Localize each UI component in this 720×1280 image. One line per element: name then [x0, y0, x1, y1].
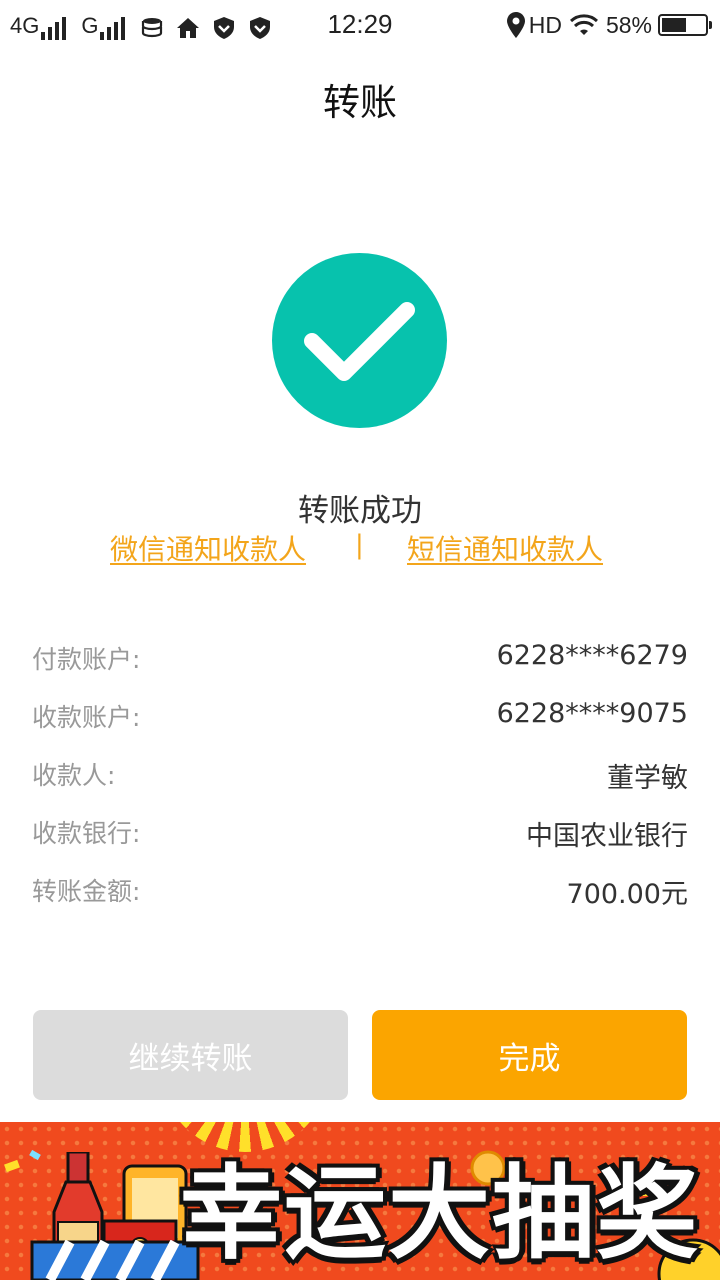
status-bar: 4G G 12:29 HD 58%	[0, 0, 720, 50]
gift-box-icon	[30, 1240, 200, 1280]
hd-indicator: HD	[528, 11, 562, 38]
detail-label: 付款账户:	[32, 645, 141, 674]
done-button[interactable]: 完成	[372, 1010, 687, 1100]
detail-row-payee-bank: 收款银行: 中国农业银行	[32, 814, 688, 872]
battery-fill	[662, 18, 686, 32]
transfer-details: 付款账户: 6228****6279 收款账户: 6228****9075 收款…	[32, 640, 688, 930]
detail-row-amount: 转账金额: 700.00元	[32, 872, 688, 930]
notify-row: 微信通知收款人 | 短信通知收款人	[0, 528, 720, 568]
detail-value: 董学敏	[607, 763, 688, 794]
banner-title: 幸运大抽奖	[180, 1155, 700, 1274]
sms-notify-link[interactable]: 短信通知收款人	[407, 528, 603, 568]
check-circle-icon	[272, 253, 447, 428]
detail-row-payee-account: 收款账户: 6228****9075	[32, 698, 688, 756]
wechat-notify-link[interactable]: 微信通知收款人	[110, 528, 306, 568]
notify-separator: |	[355, 530, 364, 560]
wifi-icon	[569, 14, 598, 35]
page-title: 转账	[323, 81, 397, 124]
detail-label: 收款账户:	[32, 703, 141, 732]
battery-icon	[658, 14, 712, 36]
confetti-icon	[4, 1149, 41, 1173]
detail-label: 转账金额:	[32, 877, 141, 906]
detail-value: 中国农业银行	[526, 821, 688, 852]
detail-label: 收款银行:	[32, 819, 141, 848]
detail-label: 收款人:	[32, 761, 116, 790]
battery-percent: 58%	[605, 11, 652, 38]
detail-row-payee-name: 收款人: 董学敏	[32, 756, 688, 814]
detail-row-payer-account: 付款账户: 6228****6279	[32, 640, 688, 698]
detail-value: 700.00元	[566, 879, 688, 910]
status-right: HD 58%	[499, 10, 712, 40]
lucky-draw-banner[interactable]: 幸运大抽奖	[0, 1122, 720, 1280]
location-icon	[506, 12, 525, 38]
detail-value: 6228****6279	[496, 640, 688, 671]
detail-value: 6228****9075	[496, 698, 688, 729]
continue-transfer-button[interactable]: 继续转账	[33, 1010, 348, 1100]
success-message: 转账成功	[298, 493, 422, 529]
